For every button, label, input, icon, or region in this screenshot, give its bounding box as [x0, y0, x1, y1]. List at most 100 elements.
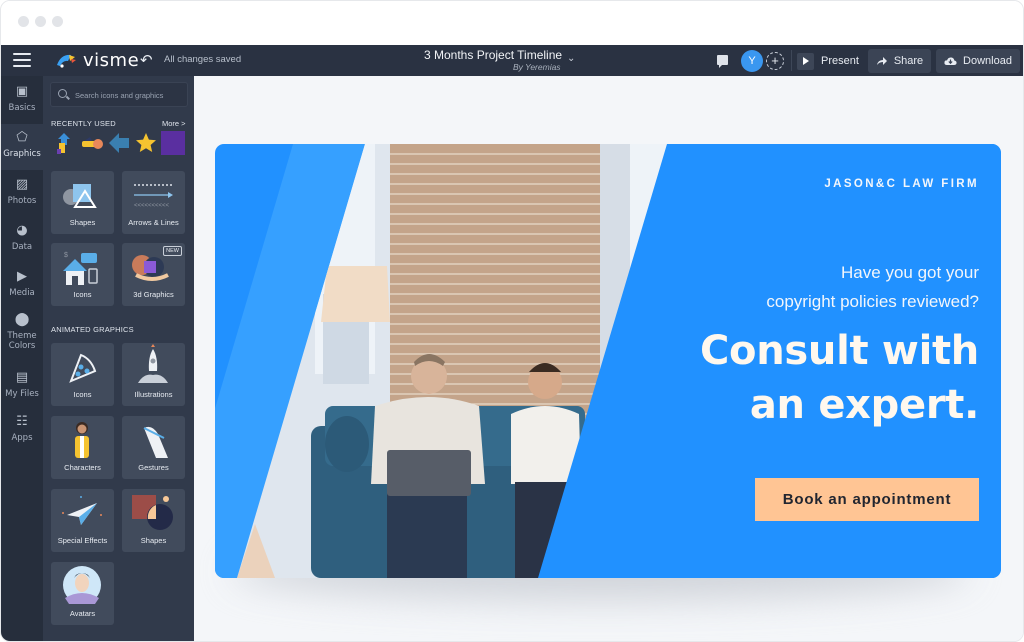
media-icon: ▶ [17, 269, 27, 284]
book-appointment-button[interactable]: Book an appointment [755, 478, 979, 521]
tile-label: 3d Graphics [133, 290, 174, 299]
rail-item-theme-colors[interactable]: ⬤ Theme Colors [1, 312, 43, 364]
tile-label: Icons [73, 290, 92, 299]
window-minimize-button[interactable] [35, 16, 46, 27]
toggle-shape-icon[interactable] [80, 131, 104, 155]
chevron-down-icon[interactable]: ⌄ [567, 53, 575, 64]
rail-item-label-line2: Colors [8, 341, 36, 351]
lede-line-1: Have you got your [841, 263, 979, 282]
basics-icon: ▣ [15, 84, 29, 99]
tile-label: Gestures [138, 463, 169, 472]
purple-square-icon[interactable] [161, 131, 185, 155]
rail-item-label: Media [9, 288, 35, 298]
tile-label: Special Effects [57, 536, 108, 545]
window-titlebar [1, 1, 1023, 45]
rail-item-photos[interactable]: ▨ Photos [1, 177, 43, 217]
star-icon[interactable] [134, 131, 158, 155]
hand-gesture-icon [143, 426, 168, 458]
slide-headline: Consult with an expert. [700, 324, 979, 432]
window-maximize-button[interactable] [52, 16, 63, 27]
headline-line-1: Consult with [699, 328, 979, 374]
pizza-slice-icon [69, 353, 97, 383]
visme-logo-icon [57, 54, 76, 68]
user-avatar[interactable]: Y [741, 50, 763, 72]
rail-item-label: Graphics [3, 149, 41, 159]
rail-item-media[interactable]: ▶ Media [1, 269, 43, 309]
rail-item-label: Apps [11, 433, 33, 443]
tile-animated-shapes[interactable]: Shapes [122, 489, 185, 552]
rail-item-graphics[interactable]: ⬠ Graphics [1, 124, 43, 170]
tile-animated-icons[interactable]: Icons [51, 343, 114, 406]
slide-banner[interactable]: JASON&C LAW FIRM Have you got your copyr… [215, 144, 1001, 578]
arrows-up-icon[interactable] [54, 131, 78, 155]
rail-item-my-files[interactable]: ▤ My Files [1, 370, 43, 410]
visme-logo[interactable]: visme [55, 49, 139, 71]
search-icon [58, 89, 67, 98]
shapes-icon [63, 184, 97, 208]
document-title[interactable]: 3 Months Project Timeline [424, 48, 562, 62]
tile-label: Avatars [69, 609, 96, 618]
new-badge: NEW [163, 246, 182, 256]
tile-3d-graphics[interactable]: NEW 3d Graphics [122, 243, 185, 306]
tile-gestures[interactable]: Gestures [122, 416, 185, 479]
tile-icons[interactable]: $ Icons [51, 243, 114, 306]
add-collaborator-button[interactable]: + [766, 52, 784, 70]
rail-item-label: Basics [8, 103, 36, 113]
rocket-icon [138, 344, 168, 383]
graphics-icon: ⬠ [16, 130, 28, 145]
tile-characters[interactable]: Characters [51, 416, 114, 479]
share-label: Share [893, 55, 924, 67]
tile-illustrations[interactable]: Illustrations [122, 343, 185, 406]
tile-shapes[interactable]: Shapes [51, 171, 114, 234]
tile-label: Shapes [69, 218, 96, 227]
more-link[interactable]: More > [162, 119, 186, 128]
editor-toolbar: visme ↶ All changes saved 3 Months Proje… [1, 45, 1023, 76]
lede-line-2: copyright policies reviewed? [766, 292, 979, 311]
svg-text:$: $ [64, 252, 68, 259]
download-label: Download [963, 55, 1012, 67]
undo-icon[interactable]: ↶ [140, 51, 153, 69]
tile-special-effects[interactable]: Special Effects [51, 489, 114, 552]
headline-line-2: an expert. [749, 382, 979, 428]
avatar-illustration-icon [63, 566, 101, 604]
app-window: visme ↶ All changes saved 3 Months Proje… [0, 0, 1024, 642]
play-icon [797, 52, 814, 70]
tile-label: Arrows & Lines [128, 218, 179, 227]
arrow-left-icon[interactable] [107, 131, 131, 155]
rail-item-data[interactable]: ◕ Data [1, 223, 43, 263]
palette-icon: ⬤ [14, 312, 30, 327]
tile-label: Characters [64, 463, 101, 472]
pie-chart-icon: ◕ [16, 223, 28, 238]
toolbar-divider [791, 50, 792, 71]
photos-icon: ▨ [15, 177, 29, 192]
visme-logo-text: visme [83, 49, 140, 71]
rail-item-label: Photos [7, 196, 37, 206]
graphics-panel: RECENTLY USED More > Sha [43, 76, 194, 641]
download-button[interactable]: Download [936, 49, 1020, 73]
save-status: All changes saved [164, 54, 242, 65]
share-button[interactable]: Share [868, 49, 931, 73]
window-close-button[interactable] [18, 16, 29, 27]
document-author: By Yeremias [513, 62, 561, 72]
share-arrow-icon [876, 57, 887, 65]
cloud-download-icon [944, 57, 957, 65]
tile-avatars[interactable]: Avatars [51, 562, 114, 625]
firm-name: JASON&C LAW FIRM [824, 178, 979, 190]
arrows-lines-icon: <<<<<<<<<< [134, 184, 173, 209]
comment-icon[interactable] [717, 55, 728, 68]
present-button[interactable]: Present [797, 50, 859, 72]
search-input[interactable] [75, 88, 185, 102]
present-label: Present [821, 55, 859, 67]
paper-plane-icon [62, 496, 102, 525]
rail-item-label-line1: Theme [7, 331, 37, 341]
abstract-shapes-icon [132, 495, 173, 530]
animated-graphics-heading: ANIMATED GRAPHICS [51, 325, 134, 334]
character-icon [75, 422, 89, 458]
tile-arrows-lines[interactable]: <<<<<<<<<< Arrows & Lines [122, 171, 185, 234]
rail-item-basics[interactable]: ▣ Basics [1, 84, 43, 124]
hamburger-menu-icon[interactable] [13, 53, 31, 67]
tool-rail: ▣ Basics ⬠ Graphics ▨ Photos ◕ Data ▶ Me… [1, 76, 43, 641]
search-box[interactable] [50, 82, 188, 107]
rail-item-apps[interactable]: ☷ Apps [1, 414, 43, 454]
slide-lede: Have you got your copyright policies rev… [766, 258, 979, 316]
